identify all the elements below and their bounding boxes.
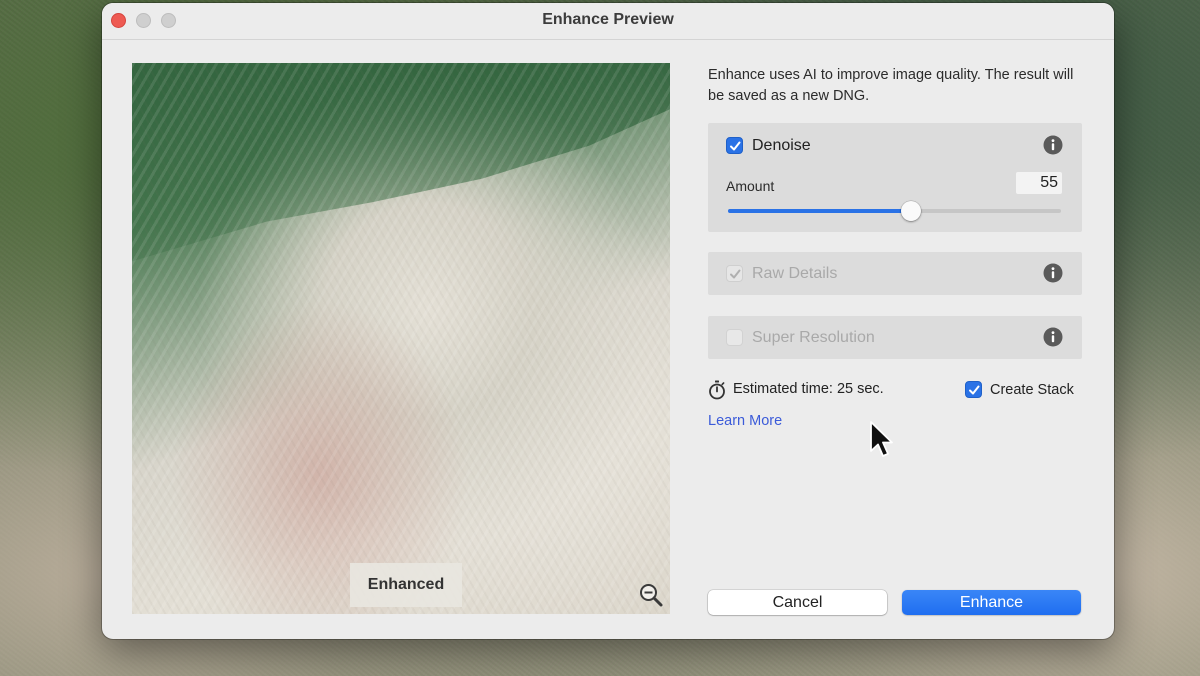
checkmark-icon: [969, 385, 980, 395]
mouse-pointer-icon: [870, 421, 893, 457]
amount-slider[interactable]: [728, 201, 1061, 221]
info-icon[interactable]: [1043, 263, 1063, 283]
super-resolution-section: Super Resolution: [708, 316, 1082, 359]
raw-details-label: Raw Details: [752, 265, 838, 282]
denoise-section: Denoise Amount 55: [708, 123, 1082, 232]
image-preview[interactable]: Enhanced: [132, 63, 670, 614]
denoise-checkbox[interactable]: [726, 137, 743, 154]
raw-details-section: Raw Details: [708, 252, 1082, 295]
enhance-preview-dialog: Enhance Preview Enhanced Enhance uses AI…: [102, 3, 1114, 639]
cancel-button[interactable]: Cancel: [708, 590, 887, 615]
info-icon[interactable]: [1043, 135, 1063, 155]
create-stack-option[interactable]: Create Stack: [965, 379, 1083, 401]
raw-details-checkbox[interactable]: [726, 265, 743, 282]
super-resolution-label: Super Resolution: [752, 329, 875, 346]
checkmark-icon: [730, 269, 741, 279]
learn-more-link[interactable]: Learn More: [708, 413, 782, 429]
amount-value-field[interactable]: 55: [1016, 172, 1062, 194]
create-stack-label: Create Stack: [990, 382, 1074, 398]
slider-fill: [728, 209, 912, 213]
create-stack-checkbox[interactable]: [965, 381, 982, 398]
stopwatch-icon: [709, 380, 725, 400]
enhanced-label: Enhanced: [350, 563, 462, 607]
estimated-time-text: Estimated time: 25 sec.: [733, 381, 884, 397]
estimated-time: Estimated time: 25 sec.: [708, 379, 938, 401]
info-icon[interactable]: [1043, 327, 1063, 347]
checkmark-icon: [730, 141, 741, 151]
settings-panel: Enhance uses AI to improve image quality…: [708, 3, 1082, 639]
zoom-out-icon[interactable]: [638, 582, 664, 608]
slider-thumb[interactable]: [901, 201, 922, 221]
description-text: Enhance uses AI to improve image quality…: [708, 67, 1074, 104]
super-resolution-checkbox[interactable]: [726, 329, 743, 346]
enhance-button[interactable]: Enhance: [902, 590, 1081, 615]
amount-label: Amount: [726, 178, 775, 194]
preview-texture: [132, 63, 670, 614]
denoise-label: Denoise: [752, 137, 811, 154]
